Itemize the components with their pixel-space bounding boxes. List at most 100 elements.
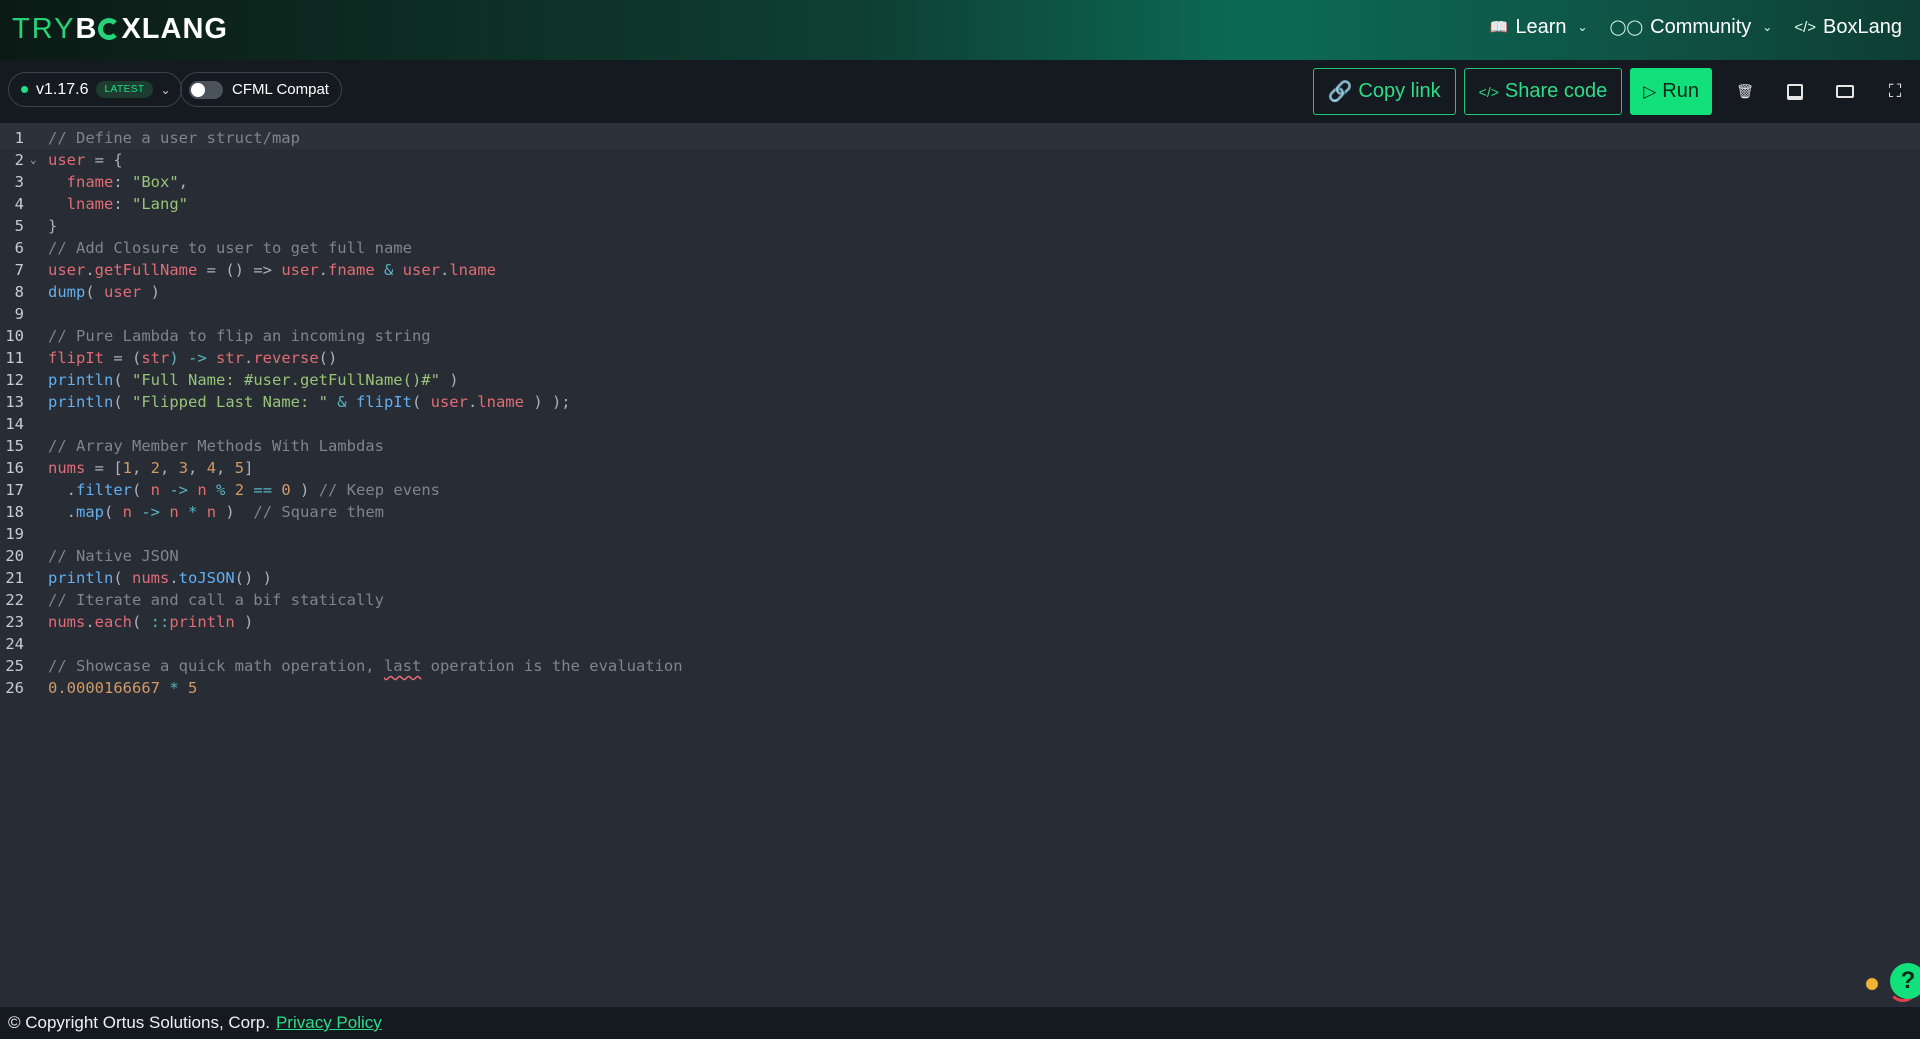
- code-token: n: [169, 503, 179, 521]
- code-token: 3: [178, 459, 189, 477]
- code-token: 0.0000166667: [48, 679, 160, 697]
- code-token: 2: [150, 459, 161, 477]
- editor-toolbar: v1.17.6 LATEST ⌄ CFML Compat 🔗 Copy link…: [0, 60, 1920, 123]
- logo-rest: XLANG: [121, 13, 228, 45]
- code-icon: </>: [1478, 83, 1499, 100]
- line-number: 20: [5, 547, 24, 565]
- code-comment: // Define a user struct/map: [48, 129, 300, 147]
- code-token: fname: [48, 173, 114, 191]
- code-token: filter: [76, 481, 132, 499]
- code-token: ) ->: [169, 349, 216, 367]
- nav-learn[interactable]: 📖 Learn ⌄: [1490, 16, 1588, 39]
- line-number: 9: [14, 305, 24, 323]
- nav-community-label: Community: [1650, 15, 1752, 38]
- line-number: 15: [5, 437, 24, 455]
- line-number: 24: [5, 635, 24, 653]
- top-nav: TRYB XLANG 📖 Learn ⌄ ◯◯ Community ⌄ </> B…: [0, 0, 1920, 60]
- nav-boxlang-label: BoxLang: [1823, 15, 1902, 38]
- line-number: 11: [5, 349, 24, 367]
- code-token: ): [234, 613, 254, 631]
- keyboard-icon: [1836, 85, 1854, 98]
- code-comment: // Keep evens: [318, 481, 441, 499]
- code-token: .: [169, 569, 179, 587]
- code-token: &: [374, 261, 403, 279]
- brand-logo[interactable]: TRYB XLANG: [12, 12, 228, 46]
- code-token: lname: [449, 261, 497, 279]
- nav-community[interactable]: ◯◯ Community ⌄: [1610, 16, 1773, 39]
- share-code-button[interactable]: </> Share code: [1463, 68, 1623, 115]
- line-number: 4: [14, 195, 24, 213]
- line-number: 5: [14, 217, 24, 235]
- play-icon: ▷: [1643, 81, 1657, 101]
- code-token: :: [113, 195, 132, 213]
- line-number: 10: [5, 327, 24, 345]
- code-token: n: [150, 481, 161, 499]
- fold-chevron-icon[interactable]: ⌄: [30, 149, 37, 171]
- code-token: ==: [244, 481, 282, 499]
- code-token: println: [169, 613, 235, 631]
- code-token: 4: [206, 459, 217, 477]
- toggle-switch[interactable]: [189, 80, 223, 99]
- line-number: 8: [14, 283, 24, 301]
- code-token: println: [48, 371, 114, 389]
- code-token: flipIt: [355, 393, 412, 411]
- code-token: = (: [104, 349, 142, 367]
- line-number: 17: [5, 481, 24, 499]
- code-token: (: [411, 393, 431, 411]
- code-token: dump: [48, 283, 86, 301]
- line-number: 23: [5, 613, 24, 631]
- code-token: ,: [178, 173, 189, 191]
- cfml-compat-toggle[interactable]: CFML Compat: [180, 72, 342, 107]
- code-icon: </>: [1794, 18, 1817, 36]
- line-number: 16: [5, 459, 24, 477]
- layout-bottom-button[interactable]: [1770, 68, 1820, 115]
- code-comment: // Native JSON: [48, 547, 179, 565]
- version-select[interactable]: v1.17.6 LATEST ⌄: [8, 72, 182, 107]
- code-token: .: [48, 481, 76, 499]
- code-editor[interactable]: 1// Define a user struct/map 2 ⌄ user = { …: [0, 123, 1920, 1006]
- toolbar-actions: 🔗 Copy link </> Share code ▷ Run 🗑 ⛶: [1312, 68, 1920, 115]
- line-number: 1: [14, 129, 24, 147]
- privacy-policy-link[interactable]: Privacy Policy: [276, 1013, 382, 1033]
- code-token: ,: [188, 459, 207, 477]
- code-token: "Flipped Last Name: ": [132, 393, 328, 411]
- code-comment: // Iterate and call a bif statically: [48, 591, 384, 609]
- code-token: }: [48, 217, 58, 235]
- code-token: toJSON: [178, 569, 235, 587]
- code-token: = () =>: [197, 261, 282, 279]
- code-token: (: [85, 283, 104, 301]
- code-token: (): [318, 349, 338, 367]
- code-token: .: [440, 261, 450, 279]
- nav-learn-label: Learn: [1515, 15, 1567, 38]
- code-token: (: [113, 371, 132, 389]
- run-button[interactable]: ▷ Run: [1630, 68, 1712, 115]
- code-token: ,: [132, 459, 151, 477]
- code-token: map: [76, 503, 104, 521]
- line-number: 12: [5, 371, 24, 389]
- latest-badge: LATEST: [96, 81, 153, 98]
- sparkle-icon: [1866, 978, 1878, 990]
- logo-b: B: [75, 13, 98, 45]
- fullscreen-button[interactable]: ⛶: [1870, 68, 1920, 115]
- trash-button[interactable]: 🗑: [1720, 68, 1770, 115]
- code-token: n: [206, 503, 217, 521]
- line-number: 19: [5, 525, 24, 543]
- copy-link-button[interactable]: 🔗 Copy link: [1312, 68, 1456, 115]
- version-label: v1.17.6: [36, 80, 89, 98]
- fullscreen-icon: ⛶: [1888, 81, 1902, 101]
- code-token: .: [467, 393, 478, 411]
- code-token: *: [178, 503, 207, 521]
- code-token: each: [94, 613, 132, 631]
- code-token: lname: [48, 195, 114, 213]
- link-icon: 🔗: [1327, 81, 1353, 103]
- copy-link-label: Copy link: [1358, 80, 1441, 102]
- keyboard-button[interactable]: [1820, 68, 1870, 115]
- code-token: flipIt: [48, 349, 104, 367]
- code-token: ->: [132, 503, 170, 521]
- help-button[interactable]: ?: [1890, 963, 1920, 999]
- code-token: .: [48, 503, 76, 521]
- code-comment: operation is the evaluation: [421, 657, 683, 675]
- line-number: 14: [5, 415, 24, 433]
- line-number: 13: [5, 393, 24, 411]
- nav-boxlang[interactable]: </> BoxLang: [1794, 16, 1902, 39]
